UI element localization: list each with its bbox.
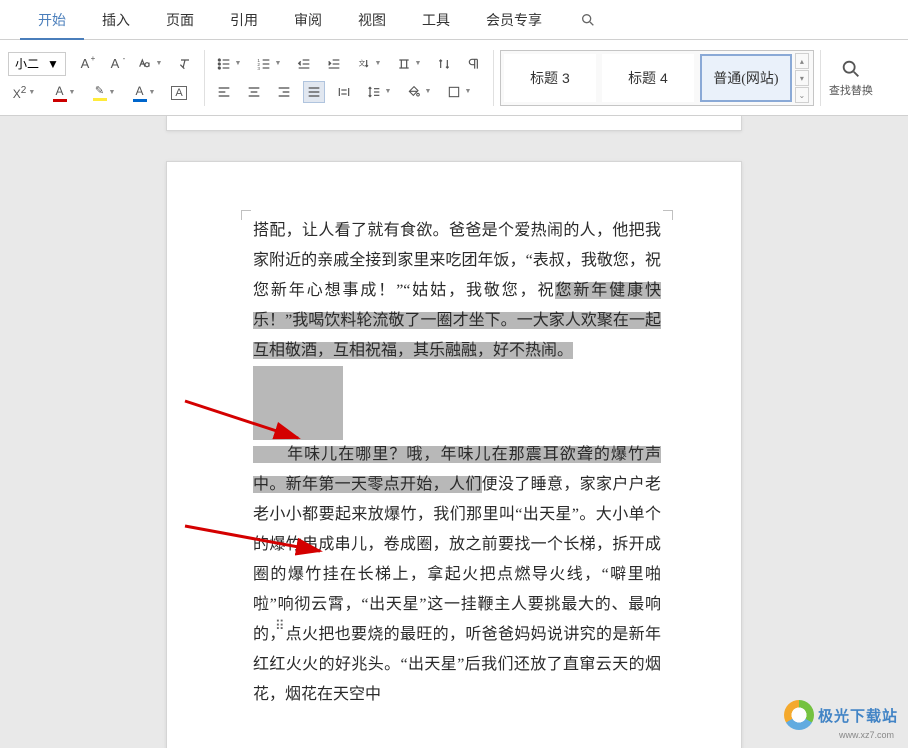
align-justify-button[interactable] xyxy=(303,81,325,103)
font-size-value: 小二 xyxy=(15,55,39,72)
margin-corner-icon xyxy=(663,210,673,220)
menu-item-tools[interactable]: 工具 xyxy=(404,0,468,40)
char-border-button[interactable]: A xyxy=(168,82,190,104)
style-normal-web[interactable]: 普通(网站) xyxy=(700,54,792,102)
document-text[interactable]: 搭配，让人看了就有食欲。爸爸是个爱热闹的人，他把我家附近的亲戚全接到家里来吃团年… xyxy=(253,216,661,710)
style-heading-4[interactable]: 标题 4 xyxy=(602,54,694,102)
decrease-font-button[interactable]: A- xyxy=(104,53,126,75)
distribute-button[interactable] xyxy=(333,81,355,103)
clear-format-button[interactable] xyxy=(174,53,196,75)
gallery-up-icon[interactable]: ▴ xyxy=(795,53,809,69)
toolbar: 小二 ▼ A+ A- ▼ X2▼ A▼ ✎▼ A▼ A ▼ 123▼ 文▼ ▼ xyxy=(0,40,908,116)
decrease-indent-button[interactable] xyxy=(293,53,315,75)
text-direction-button[interactable]: 文▼ xyxy=(353,53,385,75)
borders-button[interactable]: ▼ xyxy=(443,81,475,103)
fill-color-button[interactable]: ▼ xyxy=(403,81,435,103)
menu-item-page[interactable]: 页面 xyxy=(148,0,212,40)
bullets-button[interactable]: ▼ xyxy=(213,53,245,75)
chevron-down-icon: ▼ xyxy=(47,57,59,71)
menu-item-start[interactable]: 开始 xyxy=(20,0,84,40)
menu-item-insert[interactable]: 插入 xyxy=(84,0,148,40)
selected-blank[interactable] xyxy=(253,366,343,440)
menu-item-view[interactable]: 视图 xyxy=(340,0,404,40)
document-area[interactable]: 搭配，让人看了就有食欲。爸爸是个爱热闹的人，他把我家附近的亲戚全接到家里来吃团年… xyxy=(0,116,908,748)
watermark-url: www.xz7.com xyxy=(839,730,894,740)
font-size-select[interactable]: 小二 ▼ xyxy=(8,52,66,76)
align-right-button[interactable] xyxy=(273,81,295,103)
separator xyxy=(493,50,494,106)
line-spacing-button[interactable]: ▼ xyxy=(363,81,395,103)
shading-button[interactable]: A▼ xyxy=(128,82,160,104)
gallery-down-icon[interactable]: ▾ xyxy=(795,70,809,86)
align-center-button[interactable] xyxy=(243,81,265,103)
numbering-button[interactable]: 123▼ xyxy=(253,53,285,75)
watermark-text: 极光下载站 xyxy=(818,705,898,726)
highlight-button[interactable]: ✎▼ xyxy=(88,82,120,104)
drag-handle-icon[interactable]: ⠿ xyxy=(275,618,285,634)
svg-text:3: 3 xyxy=(258,66,261,71)
gallery-more-icon[interactable]: ⌄ xyxy=(795,87,809,103)
paragraph-text[interactable]: 便没了睡意，家家户户老老小小都要起来放爆竹，我们那里叫“出天星”。大小单个的爆竹… xyxy=(253,476,661,703)
font-group: 小二 ▼ A+ A- ▼ X2▼ A▼ ✎▼ A▼ A xyxy=(0,40,204,115)
menu-bar: 开始 插入 页面 引用 审阅 视图 工具 会员专享 xyxy=(0,0,908,40)
superscript-button[interactable]: X2▼ xyxy=(8,82,40,104)
change-case-button[interactable]: ▼ xyxy=(134,53,166,75)
find-replace-label: 查找替换 xyxy=(829,82,873,98)
margin-corner-icon xyxy=(241,210,251,220)
menu-item-member[interactable]: 会员专享 xyxy=(468,0,560,40)
find-replace-group[interactable]: 查找替换 xyxy=(821,56,881,100)
menu-item-review[interactable]: 审阅 xyxy=(276,0,340,40)
increase-indent-button[interactable] xyxy=(323,53,345,75)
search-icon[interactable] xyxy=(580,12,596,28)
watermark-logo-icon xyxy=(784,700,814,730)
style-gallery-arrows: ▴ ▾ ⌄ xyxy=(795,53,813,103)
style-heading-3[interactable]: 标题 3 xyxy=(504,54,596,102)
sort-button[interactable] xyxy=(433,53,455,75)
align-left-button[interactable] xyxy=(213,81,235,103)
style-gallery: 标题 3 标题 4 普通(网站) ▴ ▾ ⌄ xyxy=(500,50,814,106)
menu-item-reference[interactable]: 引用 xyxy=(212,0,276,40)
font-color-button[interactable]: A▼ xyxy=(48,82,80,104)
search-icon xyxy=(840,58,862,80)
show-marks-button[interactable] xyxy=(463,53,485,75)
snap-button[interactable]: ▼ xyxy=(393,53,425,75)
document-page[interactable]: 搭配，让人看了就有食欲。爸爸是个爱热闹的人，他把我家附近的亲戚全接到家里来吃团年… xyxy=(166,161,742,748)
previous-page-bottom xyxy=(166,116,742,131)
watermark: 极光下载站 xyxy=(784,700,898,730)
increase-font-button[interactable]: A+ xyxy=(74,53,96,75)
paragraph-group: ▼ 123▼ 文▼ ▼ ▼ ▼ ▼ xyxy=(205,40,493,115)
svg-text:文: 文 xyxy=(359,58,366,67)
